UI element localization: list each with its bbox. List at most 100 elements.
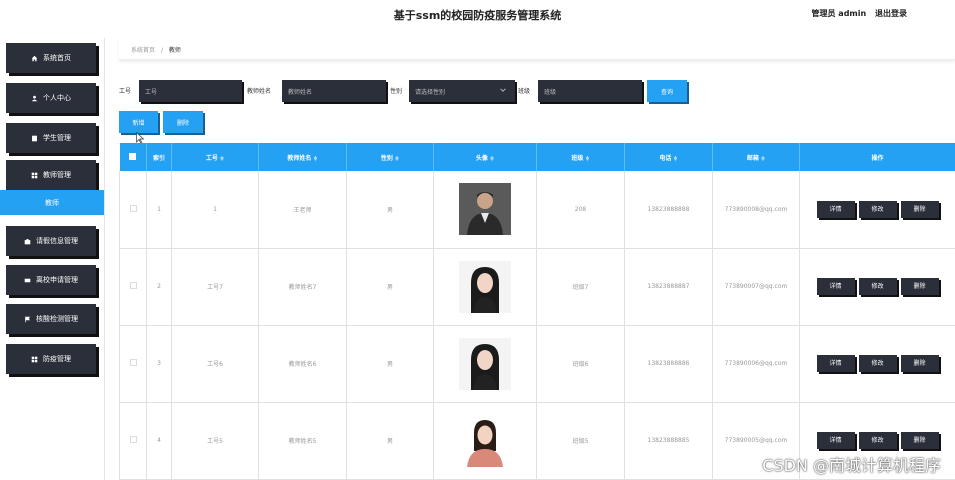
delete-button[interactable]: 删除: [900, 200, 939, 218]
detail-button[interactable]: 详情: [816, 432, 855, 450]
cell-id: 工号5: [171, 402, 259, 480]
sidebar-divider: [104, 38, 105, 480]
sidebar-item-teachers[interactable]: 教师管理: [6, 160, 96, 190]
briefcase-icon: [24, 238, 31, 244]
cell-id: 工号6: [171, 325, 259, 403]
column-header[interactable]: 邮箱 ≑: [712, 143, 800, 171]
cell-actions: 详情 修改 删除: [799, 325, 955, 403]
cell-email: 773890006@qq.com: [712, 325, 800, 403]
cell-avatar: [433, 402, 537, 480]
row-checkbox[interactable]: [119, 171, 147, 249]
gender-select-value: 请选择性别: [415, 88, 446, 96]
avatar: [459, 260, 511, 313]
table-row: 1 1 王老师 男 208 13823888888 773890008@qq.c…: [119, 171, 955, 249]
add-button[interactable]: 新增: [119, 111, 158, 133]
sidebar-item-home[interactable]: 系统首页: [6, 43, 96, 73]
sort-icon[interactable]: ≑: [395, 156, 399, 162]
gonghao-label: 工号: [119, 88, 132, 95]
teacher-table: 索引 工号 ≑ 教师姓名 ≑ 性别 ≑ 头像 ≑ 班级 ≑ 电话 ≑ 邮箱 ≑ 操作 1 1 …: [119, 143, 955, 480]
cell-actions: 详情 修改 删除: [799, 171, 955, 249]
column-header[interactable]: 性别 ≑: [346, 143, 434, 171]
sort-icon[interactable]: ≑: [761, 156, 765, 162]
delete-button[interactable]: 删除: [900, 355, 939, 373]
delete-button[interactable]: 删除: [900, 432, 939, 450]
column-header[interactable]: 班级 ≑: [536, 143, 625, 171]
sidebar-item-profile[interactable]: 个人中心: [6, 83, 96, 113]
cell-index: 3: [146, 325, 172, 403]
detail-button[interactable]: 详情: [816, 355, 855, 373]
cell-name: 教师姓名5: [258, 402, 347, 480]
row-checkbox[interactable]: [119, 248, 147, 326]
user-icon: [31, 95, 38, 101]
sort-icon[interactable]: ≑: [313, 156, 317, 162]
gonghao-input[interactable]: 工号: [139, 80, 242, 102]
sidebar-item-label: 教师管理: [43, 171, 71, 179]
admin-info: 管理员 admin 退出登录: [806, 8, 907, 19]
detail-button[interactable]: 详情: [816, 278, 855, 296]
grid-icon: [31, 356, 38, 362]
avatar: [459, 414, 511, 467]
sidebar-item-label: 请假信息管理: [36, 237, 78, 245]
name-label: 教师姓名: [247, 88, 272, 95]
cell-index: 4: [146, 402, 172, 480]
cell-gender: 男: [346, 402, 434, 480]
sort-icon[interactable]: ≑: [490, 156, 494, 162]
sidebar-item-label: 防疫管理: [43, 355, 71, 363]
cell-id: 1: [171, 171, 259, 249]
edit-button[interactable]: 修改: [858, 432, 897, 450]
cell-actions: 详情 修改 删除: [799, 248, 955, 326]
cell-name: 教师姓名6: [258, 325, 347, 403]
gender-select[interactable]: 请选择性别: [409, 80, 515, 102]
column-header[interactable]: 教师姓名 ≑: [258, 143, 347, 171]
cell-gender: 男: [346, 248, 434, 326]
top-bar: 基于ssm的校园防疫服务管理系统 管理员 admin 退出登录: [0, 0, 955, 30]
sidebar: 系统首页 个人中心 学生管理 教师管理 教师 请假信息管理 离校申请管理 核酸检…: [0, 38, 104, 480]
sidebar-subitem-teacher[interactable]: 教师: [0, 190, 104, 215]
sidebar-item-leave[interactable]: 请假信息管理: [6, 226, 96, 256]
column-header[interactable]: 工号 ≑: [171, 143, 259, 171]
breadcrumb-home[interactable]: 系统首页: [131, 47, 155, 54]
cell-phone: 13823888888: [624, 171, 713, 249]
cell-phone: 13823888887: [624, 248, 713, 326]
edit-button[interactable]: 修改: [858, 278, 897, 296]
column-header[interactable]: 头像 ≑: [433, 143, 537, 171]
row-checkbox[interactable]: [119, 325, 147, 403]
cell-name: 王老师: [258, 171, 347, 249]
cell-email: 773890008@qq.com: [712, 171, 800, 249]
table-header-row: 索引 工号 ≑ 教师姓名 ≑ 性别 ≑ 头像 ≑ 班级 ≑ 电话 ≑ 邮箱 ≑ 操作: [119, 143, 955, 171]
gender-label: 性别: [390, 88, 403, 95]
sidebar-item-departure[interactable]: 离校申请管理: [6, 265, 96, 295]
column-header: 操作: [799, 143, 955, 171]
edit-button[interactable]: 修改: [858, 355, 897, 373]
sidebar-item-students[interactable]: 学生管理: [6, 123, 96, 153]
avatar: [459, 183, 511, 236]
cell-gender: 男: [346, 325, 434, 403]
sidebar-item-nucleic[interactable]: 核酸检测管理: [6, 304, 96, 334]
cell-avatar: [433, 248, 537, 326]
cell-phone: 13823888886: [624, 325, 713, 403]
select-all-checkbox[interactable]: [119, 143, 147, 171]
edit-button[interactable]: 修改: [858, 200, 897, 218]
sort-icon[interactable]: ≑: [585, 156, 589, 162]
sidebar-item-label: 个人中心: [43, 94, 71, 102]
search-button[interactable]: 查询: [647, 80, 687, 102]
sort-icon[interactable]: ≑: [220, 156, 224, 162]
avatar: [459, 337, 511, 390]
admin-label: 管理员 admin: [811, 9, 867, 18]
sidebar-item-label: 学生管理: [43, 134, 71, 142]
sort-icon[interactable]: ≑: [673, 156, 677, 162]
card-icon: [24, 278, 31, 282]
detail-button[interactable]: 详情: [816, 200, 855, 218]
row-checkbox[interactable]: [119, 402, 147, 480]
column-header: 索引: [146, 143, 172, 171]
cell-class: 班级5: [536, 402, 625, 480]
logout-link[interactable]: 退出登录: [875, 9, 907, 18]
delete-button[interactable]: 删除: [900, 278, 939, 296]
sidebar-item-epidemic[interactable]: 防疫管理: [6, 344, 96, 374]
table-row: 2 工号7 教师姓名7 男 班级7 13823888887 773890007@…: [119, 248, 955, 326]
column-header[interactable]: 电话 ≑: [624, 143, 713, 171]
class-input[interactable]: 班级: [538, 80, 642, 102]
name-input[interactable]: 教师姓名: [282, 80, 386, 102]
batch-delete-button[interactable]: 删除: [163, 111, 203, 133]
chevron-down-icon: [500, 88, 506, 92]
